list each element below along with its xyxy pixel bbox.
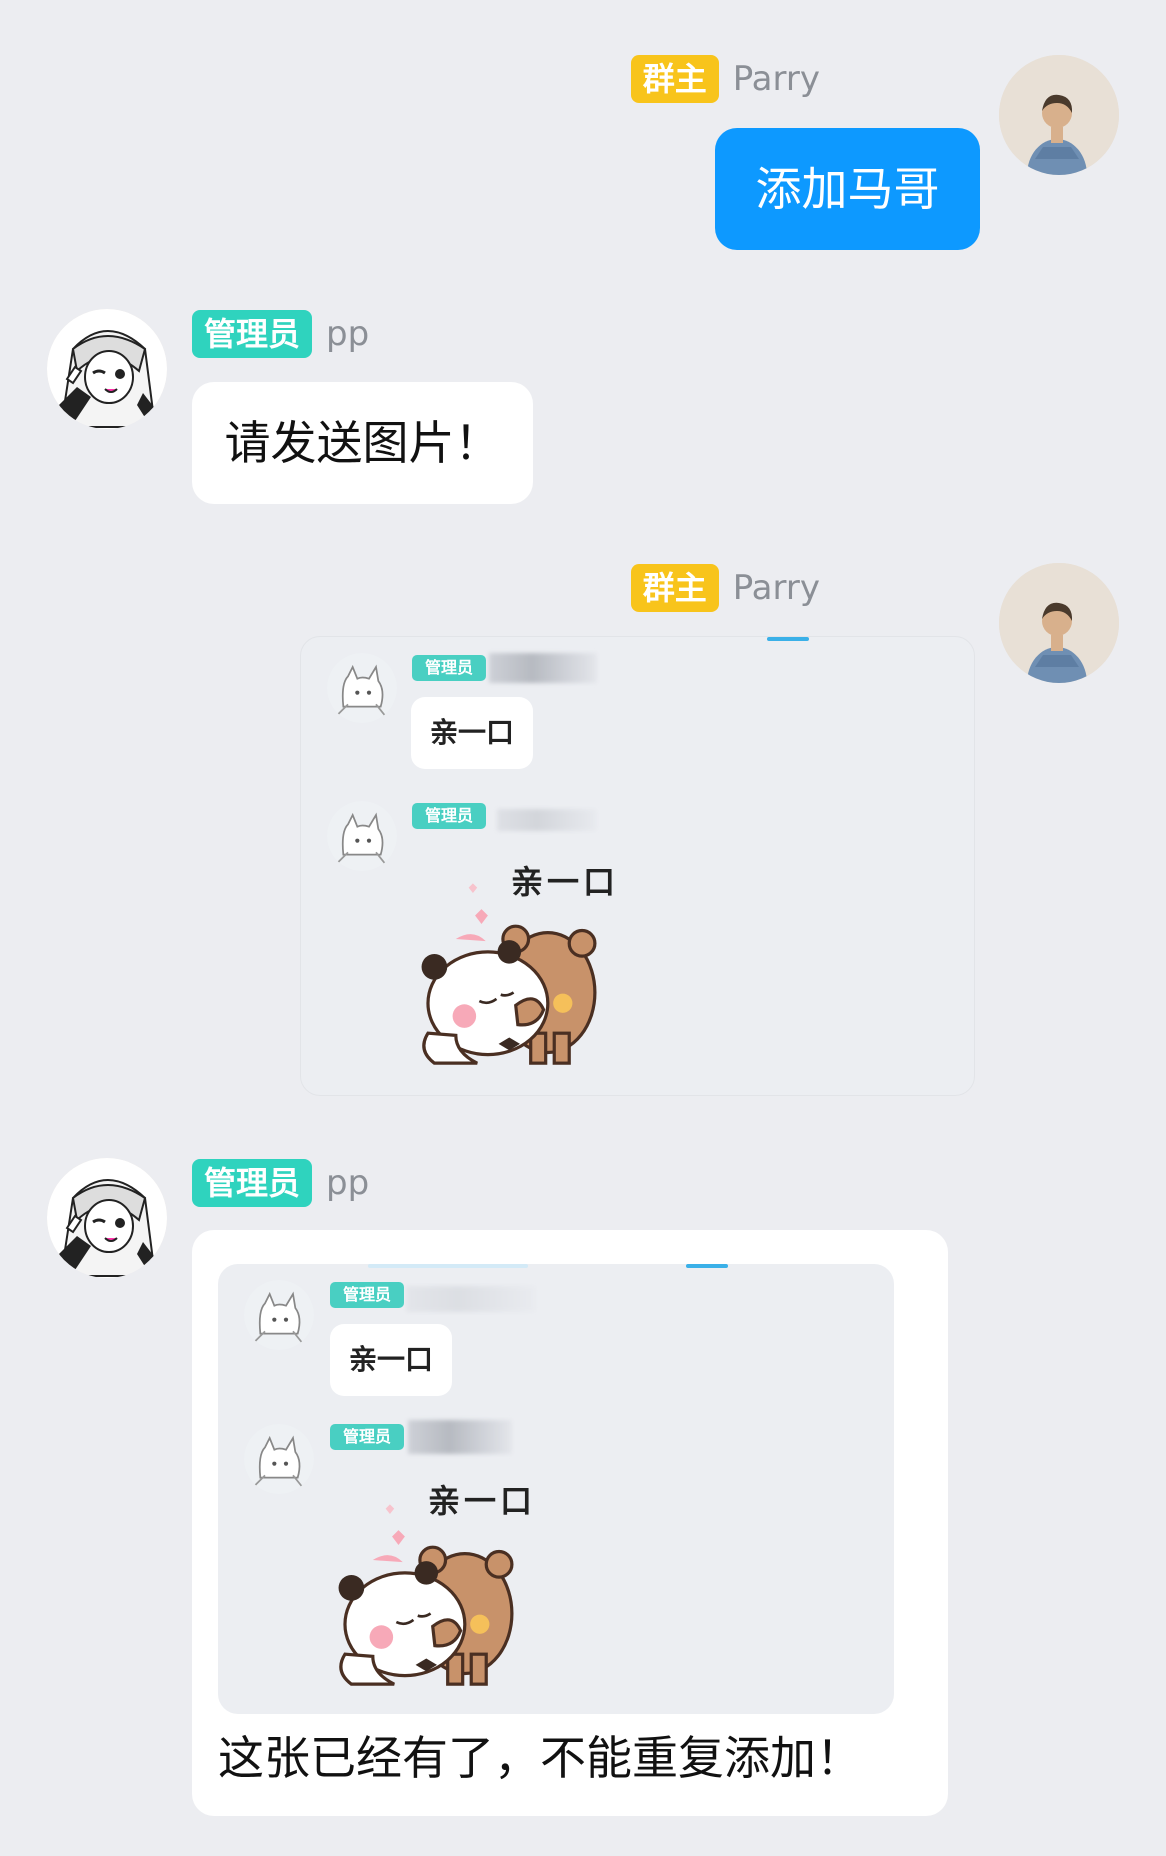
message-4-sender: 管理员 pp	[192, 1159, 369, 1207]
sender-name[interactable]: pp	[326, 314, 369, 354]
anime-girl-avatar-icon	[47, 1158, 167, 1278]
message-4-image[interactable]: 管理员 亲一口 管理员 亲一口	[218, 1264, 894, 1714]
admin-avatar[interactable]	[47, 309, 167, 429]
anime-girl-avatar-icon	[47, 309, 167, 429]
message-2-text: 请发送图片！	[224, 416, 501, 470]
message-1-bubble[interactable]: 添加马哥	[715, 128, 980, 250]
owner-badge: 群主	[630, 55, 719, 103]
mini-avatar	[244, 1280, 314, 1350]
blurred-name	[489, 653, 597, 683]
admin-badge: 管理员	[192, 1159, 313, 1207]
owner-avatar[interactable]	[999, 55, 1119, 175]
panda-bear-sticker-icon	[413, 869, 627, 1069]
mini-avatar	[327, 801, 397, 871]
message-3-image[interactable]: 管理员 亲一口 管理员 亲一口	[300, 636, 975, 1096]
owner-avatar[interactable]	[999, 563, 1119, 683]
cat-avatar-icon	[327, 653, 397, 723]
owner-badge: 群主	[630, 564, 719, 612]
blurred-name	[408, 1420, 512, 1454]
panda-bear-sticker-icon	[330, 1490, 544, 1690]
sender-name[interactable]: Parry	[733, 59, 820, 99]
person-avatar-icon	[999, 55, 1119, 175]
blurred-name	[497, 809, 597, 831]
sender-name[interactable]: Parry	[733, 568, 820, 608]
admin-badge: 管理员	[192, 310, 313, 358]
admin-avatar[interactable]	[47, 1158, 167, 1278]
mini-avatar	[327, 653, 397, 723]
mini-text-bubble: 亲一口	[330, 1324, 452, 1396]
cat-avatar-icon	[327, 801, 397, 871]
message-1-text: 添加马哥	[755, 162, 940, 216]
mini-admin-badge: 管理员	[412, 803, 486, 829]
message-2-bubble[interactable]: 请发送图片！	[192, 382, 533, 504]
message-3-sender: 群主 Parry	[630, 564, 820, 612]
mini-admin-badge: 管理员	[412, 655, 486, 681]
mini-avatar	[244, 1424, 314, 1494]
blurred-name	[406, 1286, 536, 1312]
image-faint-line	[368, 1264, 528, 1268]
message-2-sender: 管理员 pp	[192, 310, 369, 358]
person-avatar-icon	[999, 563, 1119, 683]
mini-text-bubble: 亲一口	[411, 697, 533, 769]
message-4-text: 这张已经有了，不能重复添加！	[218, 1731, 862, 1785]
image-top-accent	[767, 637, 809, 641]
mini-admin-badge: 管理员	[330, 1282, 404, 1308]
image-top-accent	[686, 1264, 728, 1268]
message-4-bubble[interactable]: 管理员 亲一口 管理员 亲一口 这张已经有了，不能重复添加！	[192, 1230, 948, 1816]
sender-name[interactable]: pp	[326, 1163, 369, 1203]
message-1-sender: 群主 Parry	[630, 55, 820, 103]
cat-avatar-icon	[244, 1280, 314, 1350]
mini-admin-badge: 管理员	[330, 1424, 404, 1450]
cat-avatar-icon	[244, 1424, 314, 1494]
